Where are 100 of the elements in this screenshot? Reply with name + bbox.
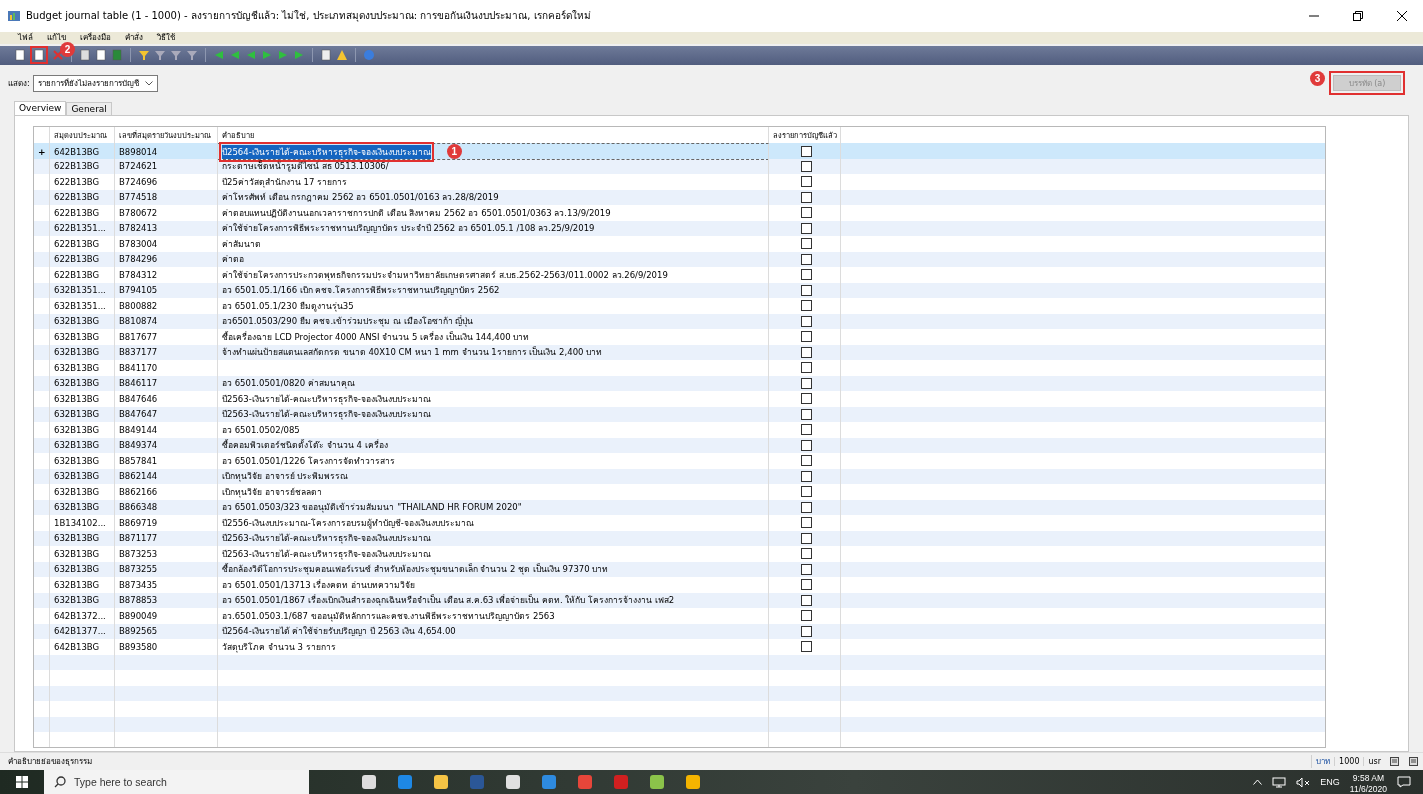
first-record-icon[interactable] [213, 49, 225, 62]
next-page-icon[interactable] [277, 49, 289, 62]
table-cell-text: ปี2563-เงินรายได้-คณะบริหารธุรกิจ-จองเงินงบประมาณ [222, 392, 431, 406]
table-cell-text: ค่าตอ [222, 253, 244, 267]
muted-speaker-icon[interactable] [1296, 776, 1311, 788]
posted-checkbox[interactable] [801, 424, 812, 436]
table-cell: ซื้อคอมพิวเตอร์ชนิดตั้งโต๊ะ จำนวน 4 เครื่อง [222, 438, 388, 453]
table-cell: 632B13BG [50, 360, 115, 376]
tab[interactable]: General [66, 102, 112, 116]
table-cell: B800882 [115, 298, 218, 314]
filter-icon[interactable] [154, 49, 166, 62]
posted-checkbox[interactable] [801, 455, 812, 467]
posted-checkbox[interactable] [801, 548, 812, 560]
previous-record-icon[interactable] [245, 49, 257, 62]
filter-icon[interactable] [170, 49, 182, 62]
restore-icon[interactable] [1353, 10, 1363, 21]
table-cell-text: ค่าโทรศัพท์ เดือน กรกฎาคม 2562 อว 6501.0501/0163 ลว.28/8/2019 [222, 191, 499, 205]
windows-logo-icon[interactable] [16, 776, 28, 788]
table-cell: 622B13BG [50, 267, 115, 283]
table-cell: B857841 [115, 453, 218, 469]
menu-item[interactable]: ไฟล์ [18, 31, 33, 44]
table-cell: 1B134102... [50, 515, 115, 531]
step-badge: 3 [1310, 71, 1325, 87]
tab[interactable]: Overview [14, 101, 67, 116]
table-cell-text: ค่าใช้จ่ายโครงการประกวดพุทธกิจกรรมประจำมหาวิทยาลัยเกษตรศาสตร์ ส.บธ.2562-2563/011.0002 ลว.26/9/2019 [222, 268, 668, 282]
posted-checkbox[interactable] [801, 408, 812, 420]
table-cell: 642B13BG [50, 639, 115, 655]
table-cell: 642B1372... [50, 608, 115, 624]
network-icon[interactable] [1272, 776, 1287, 788]
posted-checkbox[interactable] [801, 346, 812, 358]
menu-item[interactable]: วิธีใช้ [157, 31, 175, 44]
posted-checkbox[interactable] [801, 253, 812, 265]
posted-checkbox[interactable] [801, 222, 812, 234]
clock[interactable]: 9:58 AM 11/6/2020 [1349, 770, 1387, 794]
posted-checkbox[interactable] [801, 191, 812, 203]
posted-checkbox[interactable] [801, 610, 812, 622]
posted-checkbox[interactable] [801, 532, 812, 544]
last-record-icon[interactable] [293, 49, 305, 62]
table-cell: 632B1351... [50, 298, 115, 314]
posted-checkbox[interactable] [801, 315, 812, 327]
chevron-up-icon[interactable] [1253, 779, 1263, 785]
table-cell: B849144 [115, 422, 218, 438]
close-icon[interactable] [1397, 10, 1407, 21]
alert-icon[interactable] [336, 49, 348, 62]
table-cell-text: ซื้อเครื่องฉาย LCD Projector 4000 ANSI จำนวน 5 เครื่อง เป็นเงิน 144,400 บาท [222, 330, 530, 344]
table-cell: B862166 [115, 484, 218, 500]
posted-checkbox[interactable] [801, 470, 812, 482]
table-cell-text: อว 6501.0503/323 ขออนุมัติเข้าร่วมสัมมนา "THAILAND HR FORUM 2020" [222, 501, 522, 515]
table-cell: B817677 [115, 329, 218, 345]
table-cell-text: ปี2563-เงินรายได้-คณะบริหารธุรกิจ-จองเงินงบประมาณ [222, 547, 431, 561]
language-indicator[interactable]: ENG [1320, 777, 1340, 787]
next-record-icon[interactable] [261, 49, 273, 62]
menu-item[interactable]: แก้ไข [47, 31, 66, 44]
table-cell: 632B13BG [50, 453, 115, 469]
table-cell: 622B13BG [50, 236, 115, 252]
taskbar-search-field[interactable]: Type here to search [44, 770, 309, 794]
new-document-icon[interactable] [14, 49, 26, 62]
filter-label: แสดง: [8, 77, 30, 90]
posted-checkbox[interactable] [801, 207, 812, 219]
filter-icon[interactable] [186, 49, 198, 62]
menu-item[interactable]: คำสั่ง [125, 31, 143, 44]
posted-checkbox[interactable] [801, 238, 812, 250]
posted-checkbox[interactable] [801, 439, 812, 451]
window-title: Budget journal table (1 - 1000) - ลงรายการบัญชีแล้ว: ไม่ใช่, ประเภทสมุดงบประมาณ: การขอกันเงินงบประมาณ, เรกคอร์ดใหม่ [26, 9, 592, 24]
table-cell: ซื้อกล้องวิดีโอการประชุมคอนเฟอร์เรนซ์ สำหรับห้องประชุมขนาดเล็ก จำนวน 2 ชุด เป็นเงิน 97370 บาท [222, 562, 609, 577]
table-cell-text: อว 6501.05.1/230 ยืมดูงานรุ่น35 [222, 299, 354, 313]
posted-checkbox[interactable] [801, 176, 812, 188]
posted-checkbox[interactable] [801, 284, 812, 296]
posted-checkbox[interactable] [801, 269, 812, 281]
posted-checkbox[interactable] [801, 160, 812, 172]
posted-checkbox[interactable] [801, 501, 812, 513]
posted-checkbox[interactable] [801, 517, 812, 529]
table-cell: B784312 [115, 267, 218, 283]
table-cell: ปี2564-เงินรายได้-คณะบริหารธุรกิจ-จองเงินงบประมาณ [222, 144, 431, 159]
posted-checkbox[interactable] [801, 625, 812, 637]
menu-item[interactable]: เครื่องมือ [80, 31, 111, 44]
posted-checkbox[interactable] [801, 594, 812, 606]
table-cell: B783004 [115, 236, 218, 252]
status-field: usr [1363, 757, 1385, 767]
table-cell-text: ค่าใช้จ่ายโครงการพิธีพระราชทานปริญญาบัตร ประจำปี 2562 อว 6501.05.1 /108 ลว.25/9/2019 [222, 222, 595, 236]
posted-checkbox[interactable] [801, 362, 812, 374]
posted-checkbox[interactable] [801, 300, 812, 312]
posted-checkbox[interactable] [801, 377, 812, 389]
posted-checkbox[interactable] [801, 331, 812, 343]
previous-page-icon[interactable] [229, 49, 241, 62]
filter-dropdown[interactable]: รายการที่ยังไม่ลงรายการบัญชี [32, 74, 158, 92]
posted-checkbox[interactable] [801, 579, 812, 591]
table-cell-text: อว 6501.05.1/166 เบิก คชจ.โครงการพิธีพระราชทานปริญญาบัตร 2562 [222, 284, 500, 298]
notification-icon[interactable] [1397, 776, 1411, 788]
table-row[interactable]: + 642B13BG B898014 ปี2564-เงินรายได้-คณะบริหารธุรกิจ-จองเงินงบประมาณ 1 [34, 143, 1325, 159]
table-cell-text: อว 6501.0501/0820 ค่าสมนาคุณ [222, 377, 355, 391]
posted-checkbox[interactable] [801, 486, 812, 498]
table-cell: B841170 [115, 360, 218, 376]
table-cell: B873435 [115, 577, 218, 593]
table-cell-text: วัสดุบริโภค จำนวน 3 รายการ [222, 640, 336, 654]
posted-checkbox[interactable] [801, 641, 812, 653]
posted-checkbox[interactable] [801, 146, 812, 158]
posted-checkbox[interactable] [801, 563, 812, 575]
posted-checkbox[interactable] [801, 393, 812, 405]
table-cell-text: ค่าตอบแทนปฏิบัติงานนอกเวลาราชการปกติ เดือน สิงหาคม 2562 อว 6501.0501/0363 ลว.13/9/2019 [222, 206, 611, 220]
